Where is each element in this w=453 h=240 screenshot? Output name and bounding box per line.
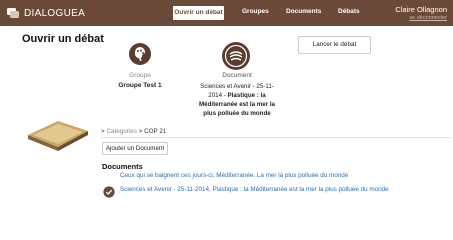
nav-item-ouvrir-un-debat[interactable]: Ouvrir un débat <box>173 6 224 20</box>
group-label: Groupe <box>129 72 151 79</box>
add-document-button[interactable]: Ajouter un Document <box>102 142 168 155</box>
brand[interactable]: DIALOGUEA <box>6 6 85 20</box>
document-link[interactable]: Ceux qui se baignent ces jours-ci, Médit… <box>120 172 348 179</box>
palette-icon <box>129 43 151 65</box>
breadcrumb: > Categories > COP 21 <box>101 128 166 135</box>
launch-debate-button[interactable]: Lancer le débat <box>298 36 371 54</box>
nav-item-groupes[interactable]: Groupes <box>242 8 269 15</box>
nav-item-documents[interactable]: Documents <box>286 8 321 15</box>
document-emblem-icon <box>222 42 250 70</box>
top-navigation-bar: DIALOGUEA Ouvrir un débat Groupes Docume… <box>0 0 453 26</box>
document-description: Sciences et Avenir - 25-11-2014 - Plasti… <box>197 82 277 118</box>
breadcrumb-categories[interactable]: Categories <box>106 128 136 135</box>
dialoguea-logo-icon <box>7 8 19 18</box>
divider <box>101 137 451 138</box>
brand-name: DIALOGUEA <box>24 7 86 19</box>
group-name: Groupe Test 1 <box>118 82 162 89</box>
nav-item-debats[interactable]: Débats <box>338 8 360 15</box>
document-link-selected[interactable]: Sciences et Avenir - 25-11-2014, Plastiq… <box>120 186 450 195</box>
sandbox-image <box>28 121 88 151</box>
breadcrumb-prefix: > <box>101 128 105 135</box>
nav-item-label: Ouvrir un débat <box>174 9 223 16</box>
document-label: Document <box>222 72 252 79</box>
breadcrumb-separator: > <box>138 128 143 135</box>
breadcrumb-current: COP 21 <box>144 128 167 135</box>
documents-heading: Documents <box>102 162 143 171</box>
user-name[interactable]: Claire Ollagnon <box>395 5 447 14</box>
check-circle-icon <box>103 186 115 198</box>
page-title: Ouvrir un débat <box>22 33 104 45</box>
logout-link[interactable]: se déconnecter <box>409 15 447 21</box>
